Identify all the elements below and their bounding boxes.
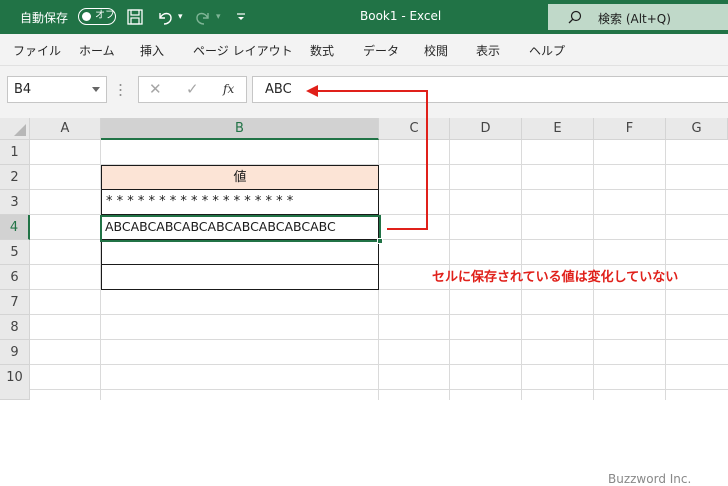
gridline xyxy=(30,314,728,315)
autosave-label: 自動保存 xyxy=(20,11,69,25)
tab-review[interactable]: 校閲 xyxy=(424,42,448,59)
name-box-dropdown-icon[interactable] xyxy=(92,87,100,92)
column-header-e[interactable]: E xyxy=(522,118,594,140)
cell-b2-header[interactable]: 値 xyxy=(101,165,379,190)
search-placeholder: 検索 (Alt+Q) xyxy=(598,12,671,26)
formula-input[interactable]: ABC xyxy=(252,76,728,103)
window-title: Book1 - Excel xyxy=(360,9,442,23)
tab-help[interactable]: ヘルプ xyxy=(529,42,565,59)
column-header-g[interactable]: G xyxy=(666,118,728,140)
row-header-7[interactable]: 7 xyxy=(0,290,30,315)
select-all-icon xyxy=(14,124,26,136)
row-header-8[interactable]: 8 xyxy=(0,315,30,340)
active-cell-border xyxy=(100,215,381,242)
cell-b5[interactable] xyxy=(101,240,379,265)
column-header-f[interactable]: F xyxy=(594,118,666,140)
toggle-knob xyxy=(82,11,91,21)
autosave-toggle[interactable]: オフ xyxy=(78,8,116,25)
formula-buttons: ✕ ✓ fx xyxy=(138,76,247,103)
column-header-c[interactable]: C xyxy=(379,118,450,140)
fill-handle[interactable] xyxy=(377,238,383,244)
tab-insert[interactable]: 挿入 xyxy=(140,42,164,59)
annotation-text: セルに保存されている値は変化していない xyxy=(432,270,679,285)
tab-data[interactable]: データ xyxy=(363,42,399,59)
cell-b3[interactable]: * * * * * * * * * * * * * * * * * * xyxy=(101,190,379,215)
redo-icon xyxy=(194,6,212,28)
select-all-button[interactable] xyxy=(0,118,30,140)
autosave-state: オフ xyxy=(95,10,115,21)
row-header-2[interactable]: 2 xyxy=(0,165,30,190)
tab-view[interactable]: 表示 xyxy=(476,42,500,59)
enter-icon[interactable]: ✓ xyxy=(186,80,199,98)
row-header-6[interactable]: 6 xyxy=(0,265,30,290)
undo-icon[interactable] xyxy=(156,6,174,28)
row-header-3[interactable]: 3 xyxy=(0,190,30,215)
formula-content: ABC xyxy=(265,82,292,97)
tab-file[interactable]: ファイル xyxy=(13,42,61,59)
customize-toolbar-icon[interactable] xyxy=(236,6,246,28)
column-header-a[interactable]: A xyxy=(30,118,101,140)
name-box-value: B4 xyxy=(14,82,32,97)
gridline xyxy=(30,389,728,390)
column-header-d[interactable]: D xyxy=(450,118,522,140)
search-icon xyxy=(568,9,582,24)
formula-bar-area: B4 ✕ ✓ fx ABC xyxy=(0,66,728,118)
save-icon[interactable] xyxy=(127,6,143,28)
name-box[interactable]: B4 xyxy=(7,76,107,103)
ribbon-tabs: ファイル ホーム 挿入 ページ レイアウト 数式 データ 校閲 表示 ヘルプ xyxy=(0,34,728,66)
row-header-4[interactable]: 4 xyxy=(0,215,30,240)
cell-b3-value: * * * * * * * * * * * * * * * * * * xyxy=(106,194,294,209)
tab-formulas[interactable]: 数式 xyxy=(310,42,334,59)
redo-dropdown-icon: ▾ xyxy=(216,12,221,22)
tab-page-layout[interactable]: ページ レイアウト xyxy=(193,42,293,59)
watermark: Buzzword Inc. xyxy=(608,472,692,486)
cancel-icon[interactable]: ✕ xyxy=(149,80,162,98)
row-header-9[interactable]: 9 xyxy=(0,340,30,365)
spreadsheet-grid[interactable]: A B C D E F G 1 2 3 4 5 6 7 8 9 10 値 * *… xyxy=(0,118,728,486)
row-header-10[interactable]: 10 xyxy=(0,365,30,400)
title-bar: 自動保存 オフ ▾ ▾ Book1 - Excel 検索 (Alt+Q) xyxy=(0,0,728,34)
insert-function-icon[interactable]: fx xyxy=(223,82,234,96)
row-header-5[interactable]: 5 xyxy=(0,240,30,265)
gridline xyxy=(30,339,728,340)
row-header-1[interactable]: 1 xyxy=(0,140,30,165)
gridline xyxy=(30,364,728,365)
tab-home[interactable]: ホーム xyxy=(79,42,115,59)
search-box[interactable]: 検索 (Alt+Q) xyxy=(548,4,728,30)
cell-b6[interactable] xyxy=(101,265,379,290)
column-header-b[interactable]: B xyxy=(101,118,379,140)
undo-dropdown-icon[interactable]: ▾ xyxy=(178,6,183,28)
resize-handle-icon[interactable] xyxy=(119,82,122,96)
